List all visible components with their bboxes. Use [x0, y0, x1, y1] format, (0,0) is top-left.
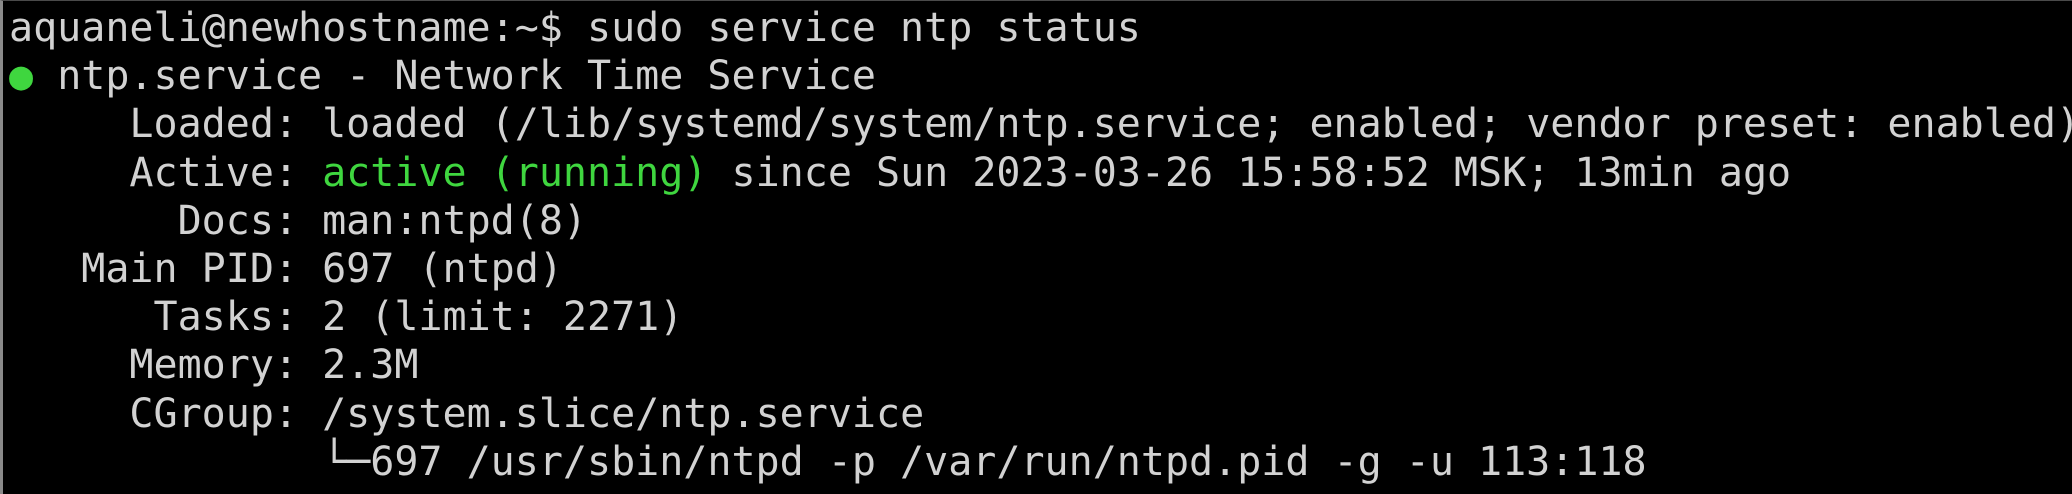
mainpid-label: Main PID: — [81, 245, 298, 292]
prompt-line: aquaneli@newhostname:~$ sudo service ntp… — [9, 4, 2072, 52]
tasks-label: Tasks: — [153, 294, 299, 341]
mainpid-line: Main PID: 697 (ntpd) — [9, 245, 2072, 293]
loaded-value: loaded (/lib/systemd/system/ntp.service;… — [322, 101, 2072, 148]
process-tree-line: └─697 /usr/sbin/ntpd -p /var/run/ntpd.pi… — [9, 438, 2072, 486]
tasks-line: Tasks: 2 (limit: 2271) — [9, 293, 2072, 341]
terminal-window[interactable]: aquaneli@newhostname:~$ sudo service ntp… — [0, 0, 2072, 494]
loaded-label: Loaded: — [129, 101, 298, 148]
active-state: active (running) — [322, 149, 708, 196]
prompt-command: sudo service ntp status — [586, 5, 1141, 51]
unit-description: ntp.service - Network Time Service — [57, 53, 876, 100]
mainpid-value: 697 (ntpd) — [322, 245, 563, 292]
docs-line: Docs: man:ntpd(8) — [9, 197, 2072, 245]
docs-value: man:ntpd(8) — [322, 197, 587, 244]
status-bullet-icon: ● — [9, 53, 34, 100]
cgroup-line: CGroup: /system.slice/ntp.service — [9, 390, 2072, 438]
memory-value: 2.3M — [322, 342, 419, 389]
active-line: Active: active (running) since Sun 2023-… — [9, 149, 2072, 197]
prompt-user-host: aquaneli@newhostname:~$ — [9, 5, 563, 51]
tasks-value: 2 (limit: 2271) — [322, 294, 684, 341]
loaded-line: Loaded: loaded (/lib/systemd/system/ntp.… — [9, 100, 2072, 148]
memory-label: Memory: — [129, 342, 298, 389]
unit-line: ● ntp.service - Network Time Service — [9, 52, 2072, 100]
memory-line: Memory: 2.3M — [9, 341, 2072, 389]
docs-label: Docs: — [177, 197, 298, 244]
cgroup-label: CGroup: — [129, 390, 298, 437]
process-tree: └─697 /usr/sbin/ntpd -p /var/run/ntpd.pi… — [322, 438, 1647, 485]
cgroup-value: /system.slice/ntp.service — [322, 390, 925, 437]
active-label: Active: — [129, 149, 298, 196]
active-since: since Sun 2023-03-26 15:58:52 MSK; 13min… — [731, 149, 1792, 196]
